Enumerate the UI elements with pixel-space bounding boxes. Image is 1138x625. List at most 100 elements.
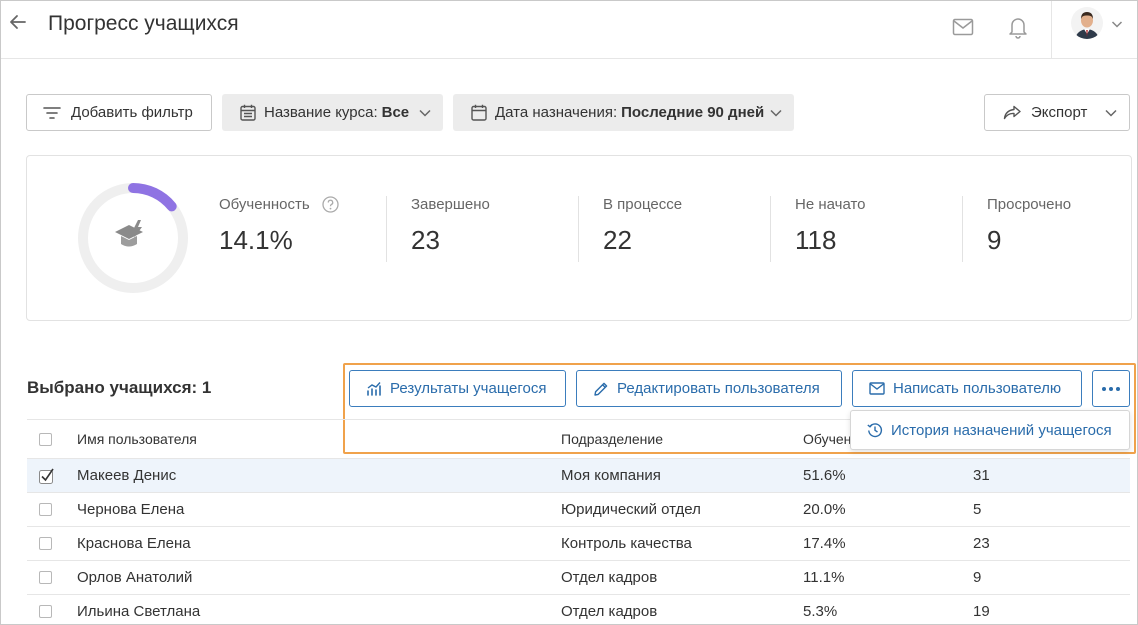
- row-checkbox[interactable]: [39, 537, 52, 550]
- envelope-icon: [869, 382, 885, 395]
- pencil-icon: [594, 382, 608, 396]
- row-checkbox[interactable]: [39, 605, 52, 618]
- help-circle-icon[interactable]: [322, 196, 339, 213]
- chevron-down-icon[interactable]: [1111, 19, 1123, 29]
- stat-label: Обученность: [219, 196, 310, 213]
- table-row[interactable]: Чернова Елена Юридический отдел 20.0% 5: [27, 493, 1130, 527]
- stat-proficiency: Обученность 14.1%: [219, 196, 339, 256]
- header-divider: [1051, 1, 1052, 59]
- column-header-progress[interactable]: Обучен: [803, 420, 851, 458]
- cell-count: 31: [973, 467, 990, 484]
- chevron-down-icon: [419, 109, 431, 117]
- table-row[interactable]: Краснова Елена Контроль качества 17.4% 23: [27, 527, 1130, 561]
- edit-user-button[interactable]: Редактировать пользователя: [576, 370, 842, 407]
- table-row[interactable]: Орлов Анатолий Отдел кадров 11.1% 9: [27, 561, 1130, 595]
- cell-progress: 17.4%: [803, 535, 846, 552]
- back-arrow-icon[interactable]: [7, 11, 29, 33]
- more-dots-icon: [1102, 386, 1120, 391]
- app-window: Прогресс учащихся Добавить фильтр Назван…: [0, 0, 1138, 625]
- mail-icon[interactable]: [952, 17, 974, 37]
- learner-results-button[interactable]: Результаты учащегося: [349, 370, 566, 407]
- cell-department: Отдел кадров: [561, 603, 658, 620]
- date-filter[interactable]: Дата назначения: Последние 90 дней: [453, 94, 794, 131]
- cell-name[interactable]: Краснова Елена: [77, 527, 191, 560]
- calendar-icon: [240, 104, 256, 121]
- course-filter-label: Название курса:: [264, 104, 378, 121]
- cell-count: 19: [973, 603, 990, 620]
- column-header-department[interactable]: Подразделение: [561, 420, 663, 458]
- add-filter-label: Добавить фильтр: [71, 104, 193, 121]
- row-checkbox[interactable]: [39, 503, 52, 516]
- progress-donut: [78, 183, 188, 293]
- bell-icon[interactable]: [1007, 15, 1029, 39]
- avatar[interactable]: [1071, 7, 1103, 39]
- message-user-label: Написать пользователю: [893, 380, 1062, 397]
- cell-progress: 11.1%: [803, 569, 845, 586]
- row-checkbox-cell: [39, 527, 52, 560]
- cell-count: 23: [973, 535, 990, 552]
- cell-progress: 51.6%: [803, 467, 846, 484]
- cell-name[interactable]: Орлов Анатолий: [77, 561, 192, 594]
- more-actions-menu: История назначений учащегося: [850, 410, 1130, 450]
- date-filter-label: Дата назначения:: [495, 104, 618, 121]
- date-filter-value: Последние 90 дней: [621, 104, 765, 121]
- chevron-down-icon: [770, 109, 782, 117]
- stat-divider: [578, 196, 579, 262]
- stat-overdue: Просрочено 9: [987, 196, 1071, 256]
- cell-department: Отдел кадров: [561, 569, 658, 586]
- more-actions-button[interactable]: [1092, 370, 1130, 407]
- cell-department: Контроль качества: [561, 535, 692, 552]
- cell-count: 9: [973, 569, 982, 586]
- stat-not-started: Не начато 118: [795, 196, 866, 256]
- course-filter[interactable]: Название курса: Все: [222, 94, 443, 131]
- stat-value: 118: [795, 225, 837, 255]
- stat-label: Просрочено: [987, 196, 1072, 213]
- stat-value: 14.1%: [219, 225, 293, 255]
- table-row[interactable]: Ильина Светлана Отдел кадров 5.3% 19: [27, 595, 1130, 624]
- cell-count: 5: [973, 501, 982, 518]
- row-checkbox-cell: [39, 595, 52, 624]
- stat-label: Завершено: [411, 196, 490, 213]
- assignment-history-menu-item[interactable]: История назначений учащегося: [891, 422, 1112, 439]
- stat-value: 22: [603, 225, 632, 255]
- graduation-cap-icon: [115, 220, 143, 247]
- select-all-checkbox-cell: [39, 420, 52, 458]
- chart-icon: [367, 381, 381, 396]
- cell-progress: 5.3%: [803, 603, 838, 620]
- stat-label: Не начато: [795, 196, 866, 213]
- calendar-icon: [471, 104, 487, 121]
- stat-label: В процессе: [603, 196, 683, 213]
- cell-department: Моя компания: [561, 467, 661, 484]
- page-title: Прогресс учащихся: [48, 12, 239, 35]
- cell-department: Юридический отдел: [561, 501, 701, 518]
- column-header-name[interactable]: Имя пользователя: [77, 420, 197, 458]
- share-arrow-icon: [1003, 105, 1021, 120]
- stat-divider: [962, 196, 963, 262]
- chevron-down-icon: [1105, 109, 1117, 117]
- filter-lines-icon: [43, 106, 61, 119]
- stats-card: Обученность 14.1% Завершено 23 В процесс…: [26, 155, 1132, 321]
- row-checkbox-cell: [39, 459, 55, 492]
- export-button[interactable]: Экспорт: [984, 94, 1130, 131]
- cell-progress: 20.0%: [803, 501, 846, 518]
- cell-name[interactable]: Макеев Денис: [77, 459, 176, 492]
- stat-divider: [770, 196, 771, 262]
- cell-name[interactable]: Чернова Елена: [77, 493, 184, 526]
- edit-user-label: Редактировать пользователя: [617, 380, 820, 397]
- row-checkbox-cell: [39, 493, 52, 526]
- export-label: Экспорт: [1031, 104, 1088, 121]
- history-icon: [867, 423, 883, 438]
- row-checkbox-cell: [39, 561, 52, 594]
- table-row[interactable]: Макеев Денис Моя компания 51.6% 31: [27, 459, 1130, 493]
- selected-count: Выбрано учащихся: 1: [27, 378, 212, 397]
- cell-name[interactable]: Ильина Светлана: [77, 595, 200, 624]
- stat-value: 9: [987, 225, 1002, 255]
- row-checkbox[interactable]: [39, 571, 52, 584]
- add-filter-button[interactable]: Добавить фильтр: [26, 94, 212, 131]
- check-icon[interactable]: [39, 468, 55, 484]
- learner-results-label: Результаты учащегося: [390, 380, 547, 397]
- message-user-button[interactable]: Написать пользователю: [852, 370, 1082, 407]
- table-body: Макеев Денис Моя компания 51.6% 31 Чернова Е…: [27, 459, 1130, 624]
- stat-in-progress: В процессе 22: [603, 196, 682, 256]
- select-all-checkbox[interactable]: [39, 432, 52, 446]
